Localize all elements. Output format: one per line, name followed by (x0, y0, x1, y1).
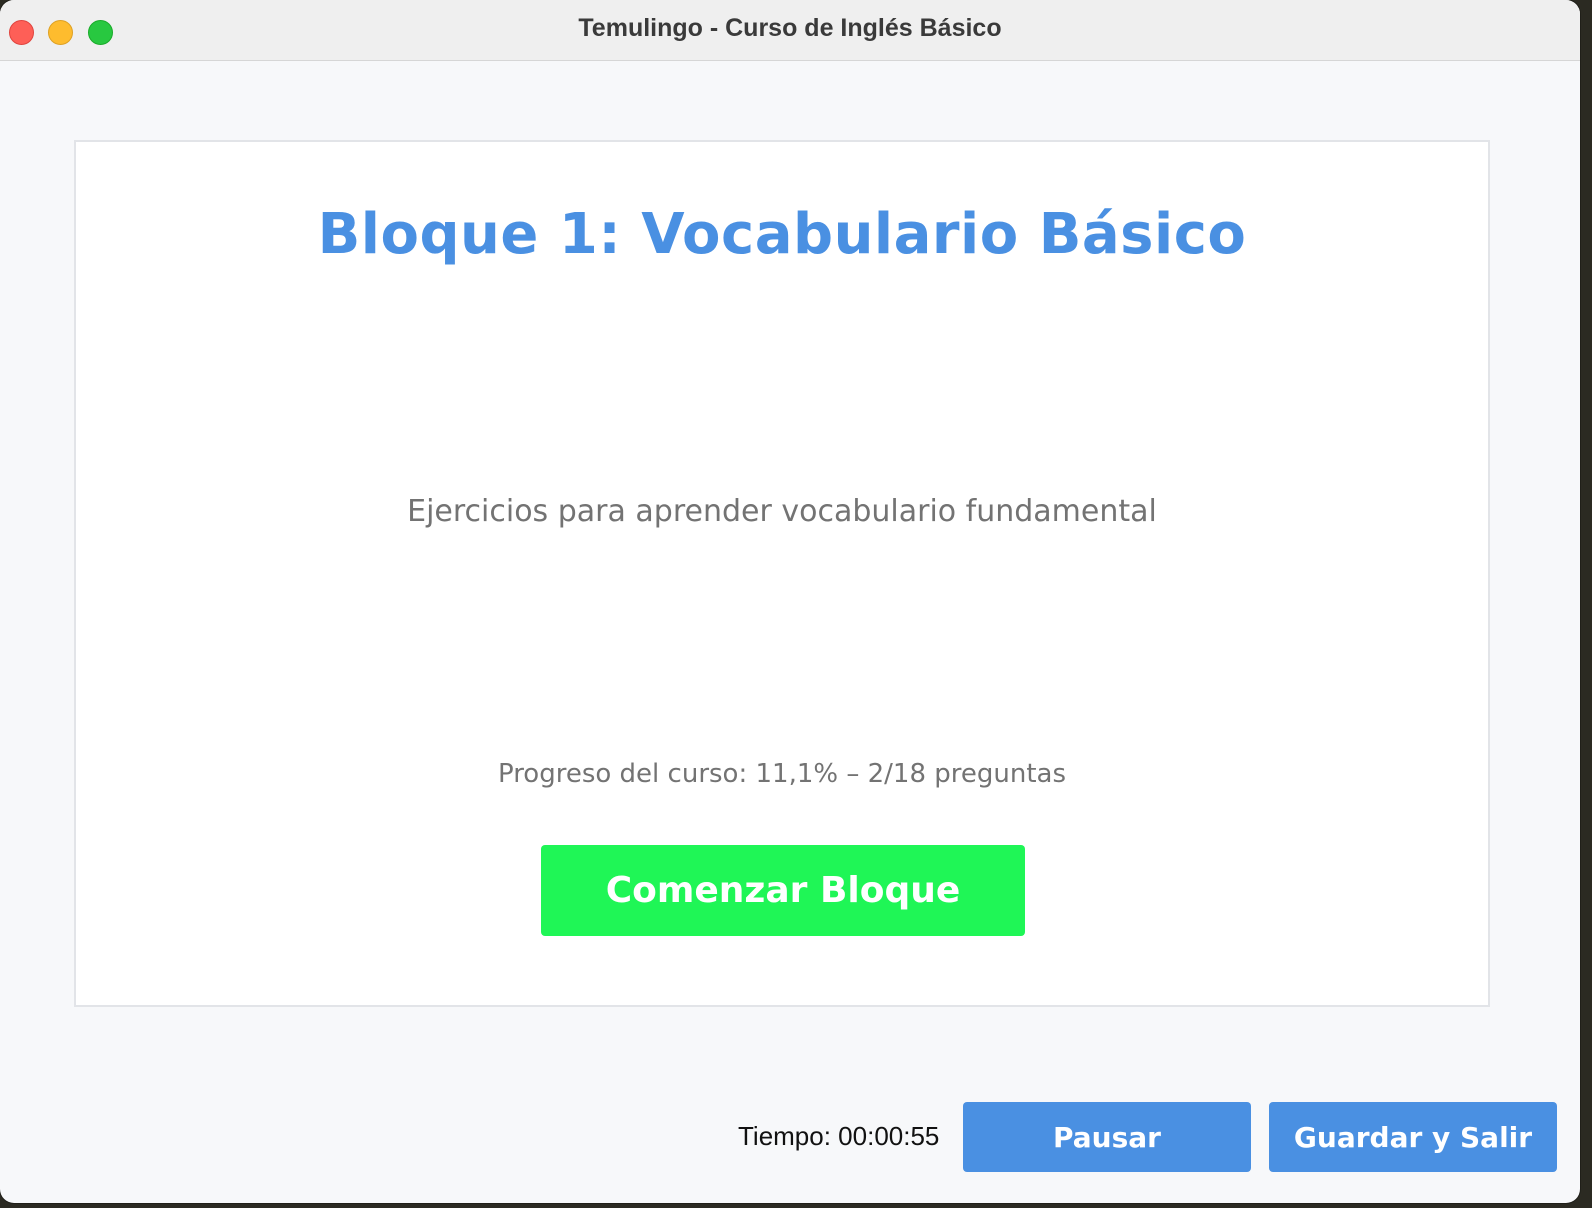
pause-button[interactable]: Pausar (963, 1102, 1251, 1172)
title-bar[interactable]: Temulingo - Curso de Inglés Básico (0, 0, 1580, 61)
app-window: Temulingo - Curso de Inglés Básico Bloqu… (0, 0, 1580, 1203)
save-and-exit-button[interactable]: Guardar y Salir (1269, 1102, 1557, 1172)
start-block-button[interactable]: Comenzar Bloque (541, 845, 1025, 936)
block-description: Ejercicios para aprender vocabulario fun… (407, 494, 1157, 529)
block-card: Bloque 1: Vocabulario Básico Ejercicios … (74, 140, 1490, 1007)
course-progress-text: Progreso del curso: 11,1% – 2/18 pregunt… (497, 759, 1067, 789)
block-title: Bloque 1: Vocabulario Básico (317, 202, 1247, 267)
window-title: Temulingo - Curso de Inglés Básico (578, 14, 1002, 42)
timer-text: Tiempo: 00:00:55 (738, 1121, 940, 1151)
